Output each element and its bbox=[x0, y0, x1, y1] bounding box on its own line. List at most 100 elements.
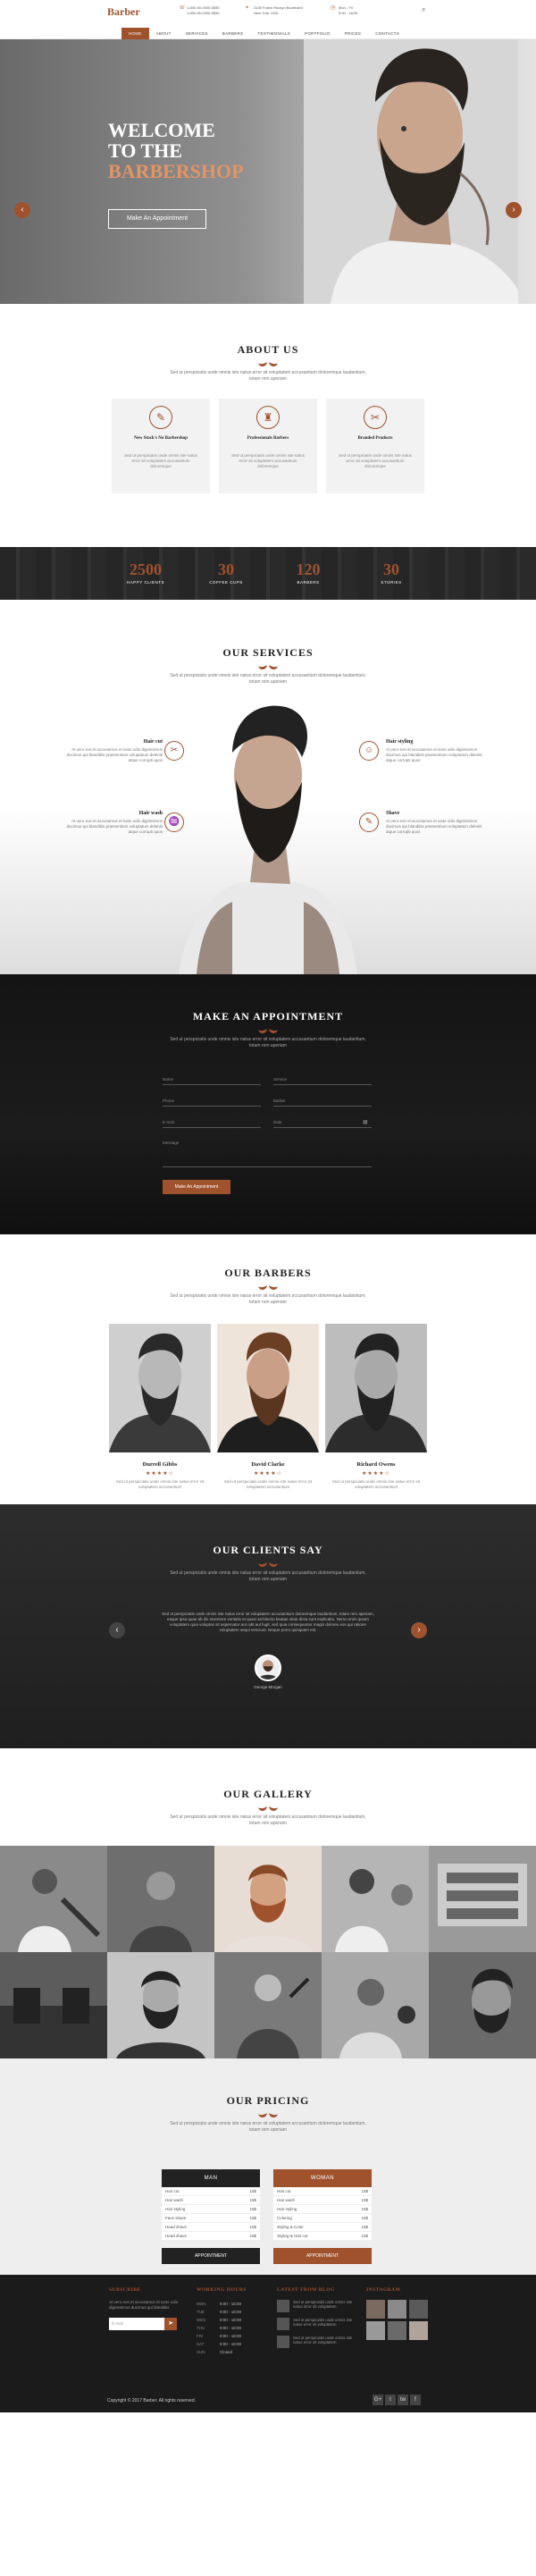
hours-day: SAT bbox=[197, 2342, 205, 2346]
gallery-image[interactable] bbox=[429, 1846, 536, 1952]
gallery-image[interactable] bbox=[107, 1846, 214, 1952]
rating-stars-icon: ★★★★☆ bbox=[362, 1471, 390, 1477]
appointment-submit-button[interactable]: Make An Appointment bbox=[163, 1180, 230, 1194]
twitter-icon[interactable]: tw bbox=[398, 2395, 408, 2405]
hours-line: 9:00 - 18:00 bbox=[339, 11, 358, 15]
subscribe-email-input[interactable]: E-mail bbox=[109, 2318, 164, 2330]
slider-next-arrow-icon[interactable]: › bbox=[506, 202, 522, 218]
gallery-image[interactable] bbox=[214, 1846, 322, 1952]
blog-post-text: Sed ut perspiciatis unde omnis iste natu… bbox=[293, 2336, 353, 2344]
calendar-icon[interactable]: ▦ bbox=[363, 1119, 368, 1125]
appointment-title: MAKE AN APPOINTMENT bbox=[192, 1010, 344, 1023]
price-value: 15$ bbox=[249, 2225, 256, 2229]
subscribe-send-button[interactable]: ➤ bbox=[164, 2318, 177, 2330]
date-field[interactable]: Date bbox=[273, 1117, 372, 1128]
service-title: Hair wash bbox=[138, 811, 163, 816]
gallery-image[interactable] bbox=[322, 1952, 429, 2058]
price-value: 15$ bbox=[361, 2225, 368, 2229]
instagram-photo[interactable] bbox=[409, 2321, 428, 2340]
hours-row: TUE 9:00 - 18:00 bbox=[197, 2308, 247, 2316]
price-value: 15$ bbox=[249, 2234, 256, 2238]
barber-name: David Clarke bbox=[251, 1461, 285, 1468]
mustache-divider-icon bbox=[258, 662, 278, 668]
blog-post-text: Sed ut perspiciatis unde omnis iste natu… bbox=[293, 2300, 353, 2309]
gallery-image[interactable] bbox=[214, 1952, 322, 2058]
nav-prices[interactable]: PRICES bbox=[338, 28, 369, 39]
service-select[interactable]: Service bbox=[273, 1074, 372, 1085]
hours-time: 9:00 - 18:00 bbox=[220, 2318, 242, 2322]
rating-stars-icon: ★★★★☆ bbox=[254, 1471, 282, 1477]
nav-contacts[interactable]: CONTACTS bbox=[368, 28, 406, 39]
gallery-image[interactable] bbox=[107, 1952, 214, 2058]
tumblr-icon[interactable]: t bbox=[385, 2395, 396, 2405]
gallery-image[interactable] bbox=[322, 1846, 429, 1952]
instagram-photo[interactable] bbox=[366, 2321, 385, 2340]
hours-day: MON bbox=[197, 2302, 206, 2306]
counter-value: 30 bbox=[218, 560, 234, 578]
price-row: Styling & Color 15$ bbox=[273, 2223, 372, 2232]
google-plus-icon[interactable]: G+ bbox=[373, 2395, 383, 2405]
email-field[interactable]: E-mail bbox=[163, 1117, 261, 1128]
nav-services[interactable]: SERVICES bbox=[179, 28, 215, 39]
blog-post-text: Sed ut perspiciatis unde omnis iste natu… bbox=[293, 2318, 353, 2327]
message-field[interactable]: Message bbox=[163, 1139, 372, 1167]
testimonial-next-arrow-icon[interactable]: › bbox=[411, 1622, 427, 1638]
service-title: Hair cut bbox=[143, 739, 163, 745]
search-icon[interactable]: ⌕ bbox=[422, 5, 425, 14]
price-row: Coloring 15$ bbox=[273, 2214, 372, 2223]
instagram-photo[interactable] bbox=[409, 2300, 428, 2319]
price-value: 15$ bbox=[361, 2234, 368, 2238]
hours-time: 9:00 - 18:00 bbox=[220, 2310, 242, 2314]
barber-photo[interactable] bbox=[217, 1324, 319, 1452]
rating-stars-icon: ★★★★☆ bbox=[146, 1471, 174, 1477]
instagram-photo[interactable] bbox=[388, 2300, 406, 2319]
barber-select[interactable]: Barber bbox=[273, 1096, 372, 1107]
footer-subscribe-text: At vero eos et accusamus et iusto odio d… bbox=[109, 2300, 179, 2310]
blog-post[interactable]: Sed ut perspiciatis unde omnis iste natu… bbox=[277, 2318, 357, 2330]
barber-photo[interactable] bbox=[325, 1324, 427, 1452]
gallery-image[interactable] bbox=[0, 1846, 107, 1952]
about-card-title: New Stock's No Barbershop bbox=[134, 436, 188, 441]
price-value: 15$ bbox=[249, 2198, 256, 2202]
service-item: Hair cut At vero eos et accusamus et ius… bbox=[55, 739, 184, 763]
price-appointment-button[interactable]: APPOINTMENT bbox=[162, 2248, 260, 2264]
barber-photo[interactable] bbox=[109, 1324, 211, 1452]
facebook-icon[interactable]: f bbox=[410, 2395, 421, 2405]
service-text: At vero eos et accusamus et iusto odio d… bbox=[66, 747, 163, 762]
price-label: Hair wash bbox=[277, 2198, 296, 2202]
hero-title-line3: BARBERSHOP bbox=[108, 160, 244, 182]
service-item: Shave At vero eos et accusamus et iusto … bbox=[359, 811, 493, 835]
phone-field[interactable]: Phone bbox=[163, 1096, 261, 1107]
price-appointment-button[interactable]: APPOINTMENT bbox=[273, 2248, 372, 2264]
counter-value: 2500 bbox=[130, 560, 162, 578]
nav-portfolio[interactable]: PORTFOLIO bbox=[297, 28, 338, 39]
nav-barbers[interactable]: BARBERS bbox=[215, 28, 251, 39]
price-label: Hair wash bbox=[165, 2198, 184, 2202]
name-field[interactable]: Name bbox=[163, 1074, 261, 1085]
phone-line: 1-800-50-0000-5555 bbox=[187, 11, 220, 15]
gallery-image[interactable] bbox=[429, 1952, 536, 2058]
razor-icon: ✎ bbox=[149, 406, 172, 429]
blog-post[interactable]: Sed ut perspiciatis unde omnis iste natu… bbox=[277, 2336, 357, 2348]
price-table-header: WOMAN bbox=[273, 2169, 372, 2187]
service-title: Hair styling bbox=[386, 739, 414, 745]
site-logo[interactable]: Barber bbox=[107, 5, 140, 19]
barber-card: Durrell Gibbs ★★★★☆ Sed ut perspiciatis … bbox=[109, 1324, 211, 1490]
instagram-photo[interactable] bbox=[388, 2321, 406, 2340]
instagram-photo[interactable] bbox=[366, 2300, 385, 2319]
testimonial-prev-arrow-icon[interactable]: ‹ bbox=[109, 1622, 125, 1638]
price-row: Hair wash 15$ bbox=[162, 2196, 260, 2205]
counter-section: 2500 HAPPY CLIENTS 30 COFFEE CUPS 120 BARBE… bbox=[0, 547, 536, 600]
nav-about[interactable]: ABOUT bbox=[149, 28, 179, 39]
footer-heading: SUBSCRIBE bbox=[109, 2287, 141, 2293]
nav-testimonials[interactable]: TESTIMONIALS bbox=[250, 28, 297, 39]
blog-post[interactable]: Sed ut perspiciatis unde omnis iste natu… bbox=[277, 2300, 357, 2312]
gallery-image[interactable] bbox=[0, 1952, 107, 2058]
service-text: At vero eos et accusamus et iusto odio d… bbox=[66, 819, 163, 834]
service-item: Hair wash At vero eos et accusamus et iu… bbox=[55, 811, 184, 835]
about-card-text: Sed ut perspiciatis unde omnis iste natu… bbox=[339, 453, 412, 468]
make-appointment-button[interactable]: Make An Appointment bbox=[108, 209, 206, 229]
nav-home[interactable]: HOME bbox=[121, 28, 149, 39]
slider-prev-arrow-icon[interactable]: ‹ bbox=[14, 202, 30, 218]
barber-card: Richard Owens ★★★★☆ Sed ut perspiciatis … bbox=[325, 1324, 427, 1490]
